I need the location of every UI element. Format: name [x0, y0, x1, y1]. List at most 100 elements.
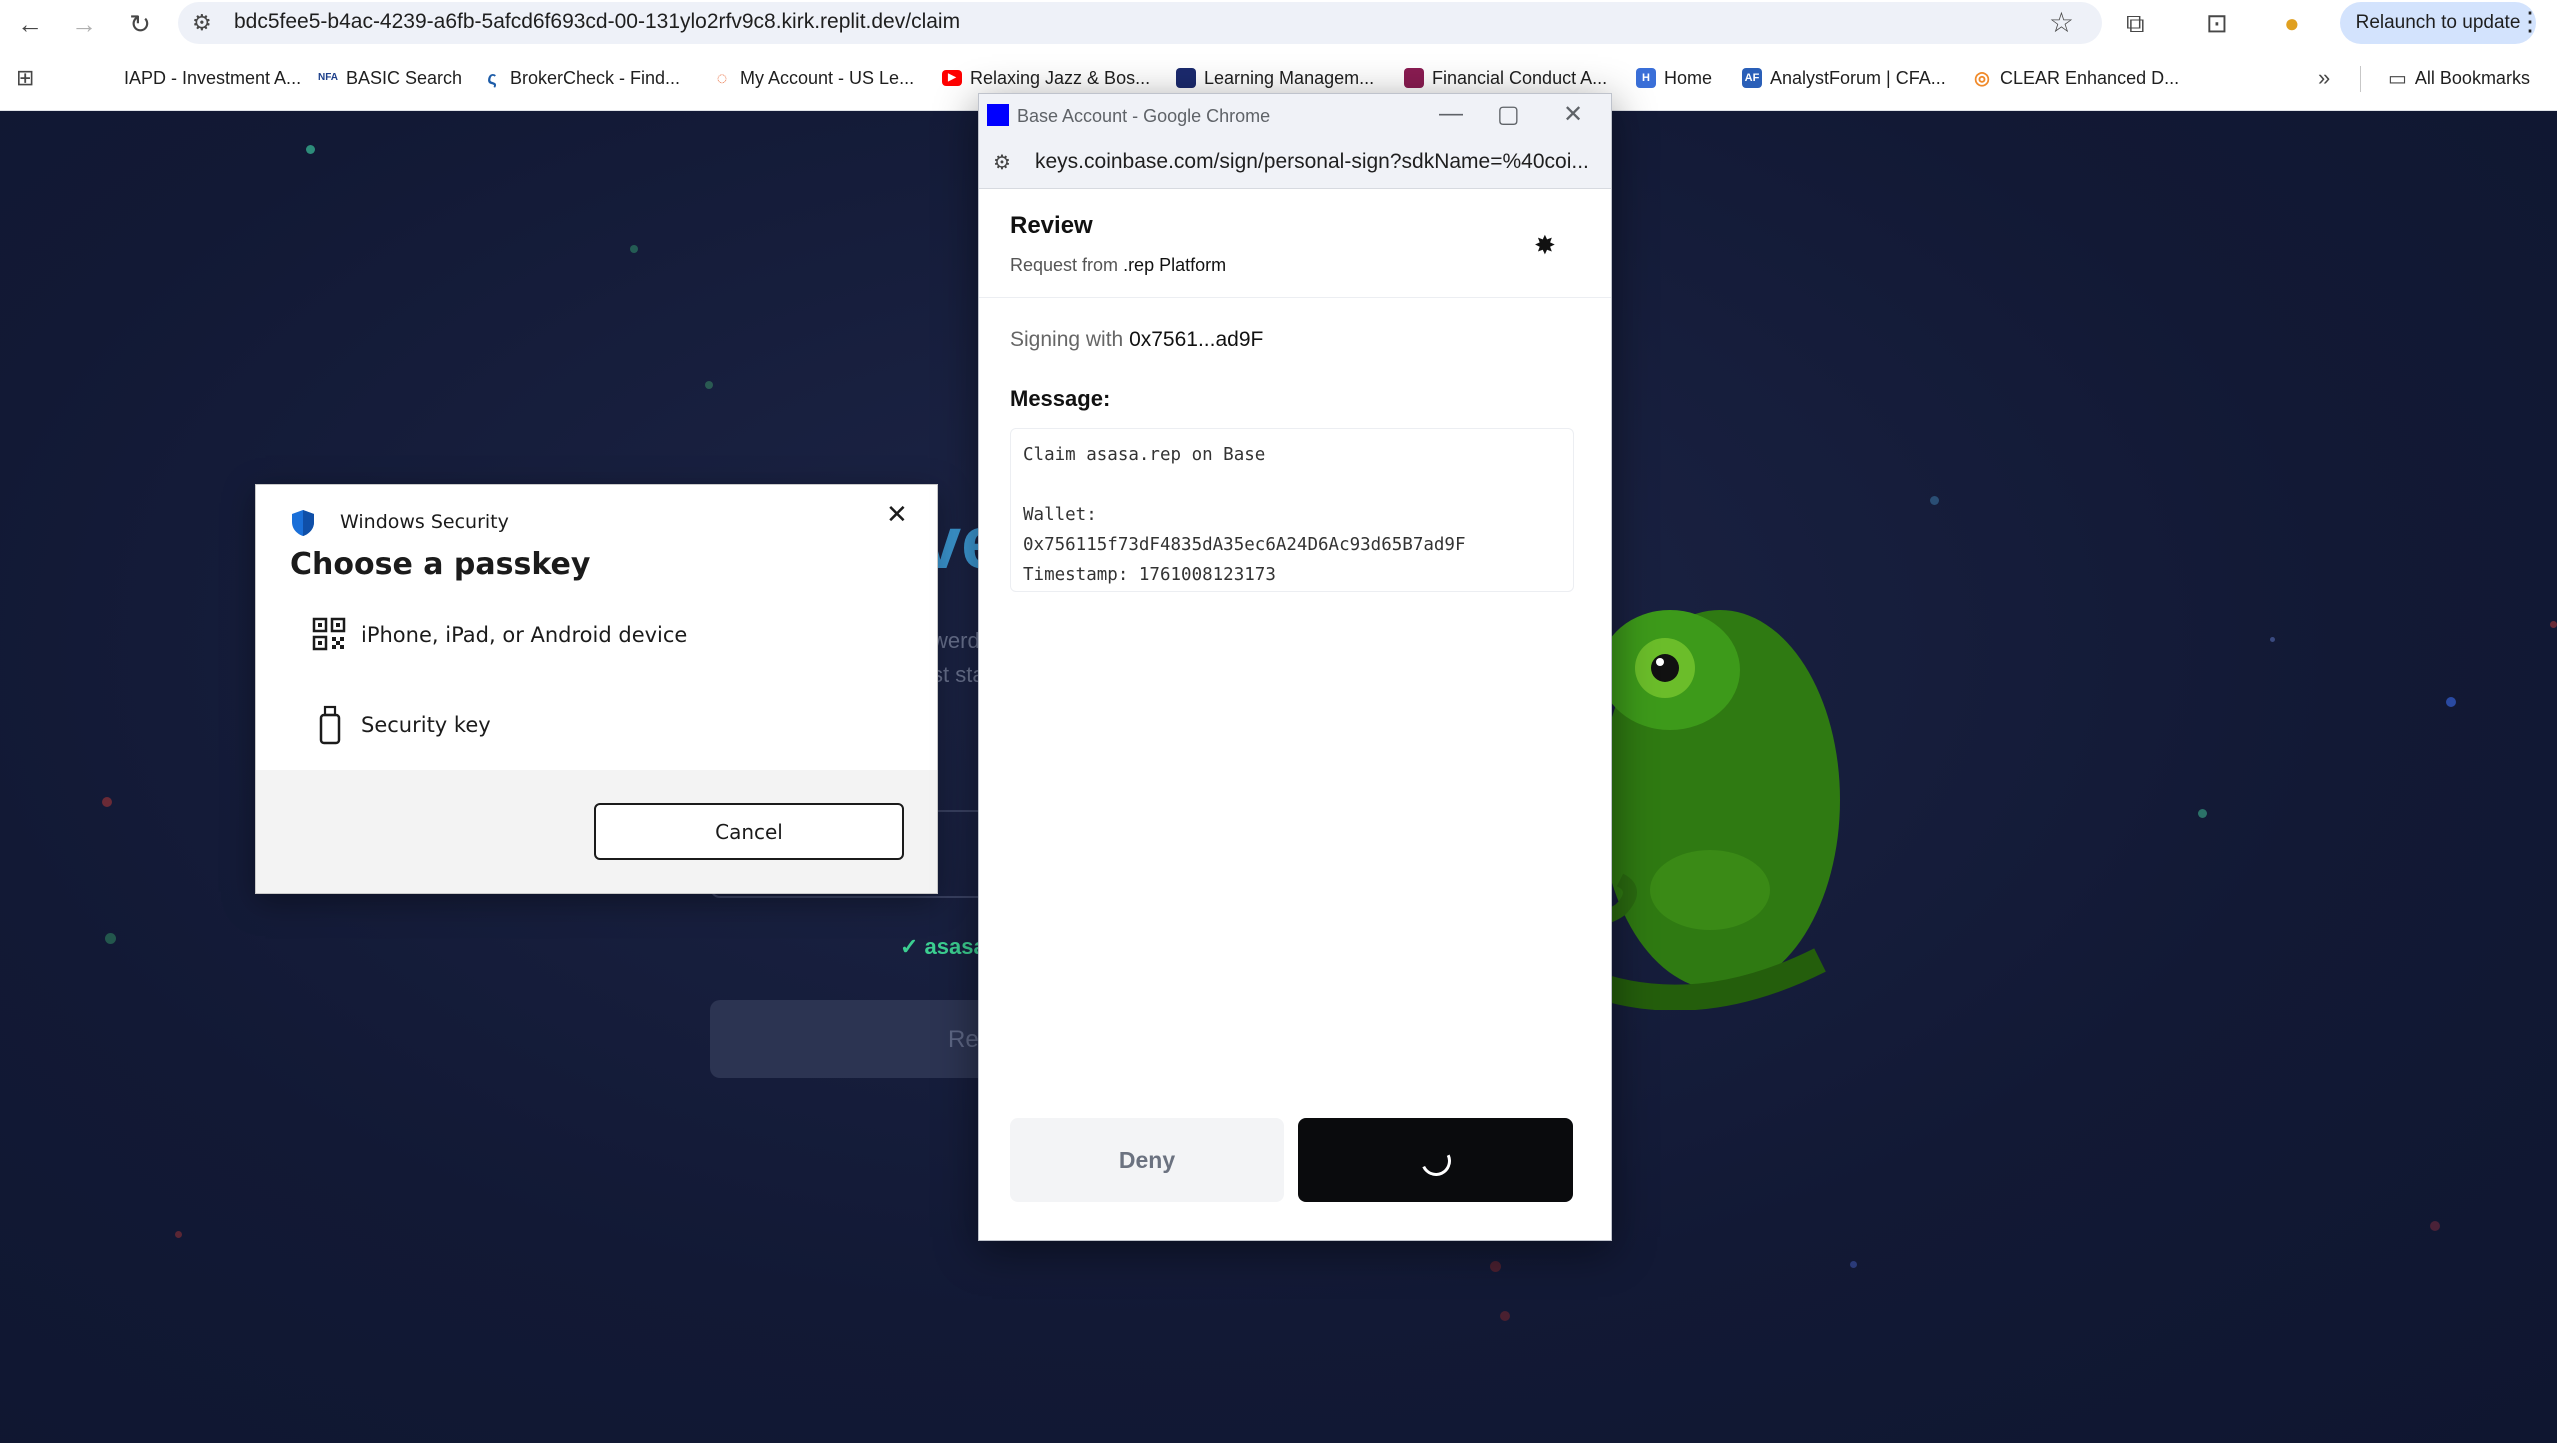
- request-source-name: .rep Platform: [1123, 255, 1227, 275]
- dialog-body: Windows Security ✕ Choose a passkey iPho…: [256, 485, 937, 770]
- loading-spinner-icon: [1416, 1141, 1456, 1181]
- all-bookmarks-item[interactable]: ▭ All Bookmarks: [2388, 64, 2530, 92]
- bg-particle: [1490, 1261, 1501, 1272]
- youtube-icon: ▶: [942, 70, 962, 86]
- confirm-button[interactable]: [1298, 1118, 1573, 1202]
- signing-prefix: Signing with: [1010, 328, 1124, 351]
- bg-particle: [2270, 637, 2275, 642]
- bg-particle: [705, 381, 713, 389]
- bookmark-label: Home: [1664, 67, 1713, 88]
- forward-button[interactable]: →: [68, 8, 100, 40]
- dialog-heading: Choose a passkey: [290, 547, 591, 582]
- address-row: ← → ↻ ⚙ bdc5fee5-b4ac-4239-a6fb-5afcd6f6…: [0, 0, 2557, 46]
- message-line: Timestamp: 1761008123173: [1023, 565, 1276, 585]
- browser-menu-icon[interactable]: ⋮: [2517, 6, 2543, 37]
- bg-register-label: Re: [948, 1026, 979, 1053]
- message-line: 0x756115f73dF4835dA35ec6A24D6Ac93d65B7ad…: [1023, 535, 1466, 555]
- analystforum-logo-icon: AF: [1742, 68, 1762, 88]
- popup-url[interactable]: keys.coinbase.com/sign/personal-sign?sdk…: [1035, 150, 1589, 174]
- bookmark-item[interactable]: NFA BASIC Search: [318, 64, 462, 92]
- bookmarks-bar: ⊞ IAPD - Investment A... NFA BASIC Search…: [0, 58, 2557, 98]
- site-settings-icon[interactable]: ⚙: [993, 150, 1011, 175]
- passkey-option-label: Security key: [361, 713, 491, 737]
- bookmark-item[interactable]: IAPD - Investment A...: [96, 64, 301, 92]
- bookmark-star-icon[interactable]: ☆: [2049, 6, 2074, 39]
- message-line: Wallet:: [1023, 505, 1097, 525]
- bg-particle: [1850, 1261, 1857, 1268]
- bookmark-label: Relaxing Jazz & Bos...: [970, 67, 1151, 88]
- relaunch-button[interactable]: Relaunch to update: [2340, 2, 2536, 44]
- deny-button[interactable]: Deny: [1010, 1118, 1284, 1202]
- bookmark-favicon-icon: [96, 68, 116, 88]
- request-prefix: Request from: [1010, 255, 1119, 275]
- popup-window-title: Base Account - Google Chrome: [1017, 106, 1271, 126]
- signing-address: 0x7561...ad9F: [1129, 328, 1264, 351]
- bookmark-label: Financial Conduct A...: [1432, 67, 1608, 88]
- bg-particle: [1500, 1311, 1510, 1321]
- site-settings-icon[interactable]: ⚙: [192, 10, 212, 36]
- passkey-option-phone[interactable]: iPhone, iPad, or Android device: [256, 595, 937, 675]
- usb-key-icon: [319, 705, 341, 745]
- message-box: Claim asasa.rep on Base Wallet: 0x756115…: [1010, 428, 1574, 592]
- minimize-icon[interactable]: —: [1439, 100, 1463, 128]
- bookmark-item[interactable]: ◎ CLEAR Enhanced D...: [1972, 64, 2179, 92]
- passkey-option-security-key[interactable]: Security key: [256, 685, 937, 765]
- request-source: Request from .rep Platform: [1010, 255, 1226, 276]
- windows-security-dialog: Windows Security ✕ Choose a passkey iPho…: [255, 484, 938, 894]
- bookmark-label: CLEAR Enhanced D...: [2000, 67, 2180, 88]
- bookmark-item[interactable]: Learning Managem...: [1176, 64, 1374, 92]
- bg-particle: [2550, 621, 2557, 628]
- maximize-icon[interactable]: ▢: [1497, 100, 1520, 129]
- message-line: Claim asasa.rep on Base: [1023, 445, 1266, 465]
- home-logo-icon: H: [1636, 68, 1656, 88]
- bookmark-label: BrokerCheck - Find...: [510, 67, 681, 88]
- base-logo-icon: [987, 104, 1009, 126]
- bg-particle: [175, 1231, 182, 1238]
- profile-avatar-icon[interactable]: ●: [2284, 8, 2300, 39]
- bg-particle: [105, 933, 116, 944]
- qr-code-icon: [312, 617, 346, 651]
- bookmark-item[interactable]: AF AnalystForum | CFA...: [1742, 64, 1946, 92]
- address-bar[interactable]: ⚙ bdc5fee5-b4ac-4239-a6fb-5afcd6f693cd-0…: [178, 2, 2102, 44]
- more-bookmarks-icon[interactable]: »: [2318, 64, 2330, 92]
- bg-particle: [2446, 697, 2456, 707]
- shield-icon: [292, 510, 314, 536]
- review-header: [979, 189, 1611, 298]
- review-title: Review: [1010, 212, 1093, 239]
- bookmark-label: My Account - US Le...: [740, 67, 915, 88]
- bookmark-item[interactable]: ◌ My Account - US Le...: [712, 64, 914, 92]
- lms-logo-icon: [1176, 68, 1196, 88]
- all-bookmarks-label: All Bookmarks: [2414, 67, 2530, 88]
- tab-search-icon[interactable]: ⊡: [2206, 8, 2228, 39]
- bg-particle: [2198, 809, 2207, 818]
- dialog-title: Windows Security: [340, 511, 509, 533]
- bg-particle: [1930, 496, 1939, 505]
- close-icon[interactable]: ✕: [1563, 100, 1583, 129]
- bookmark-label: IAPD - Investment A...: [124, 67, 302, 88]
- us-legal-logo-icon: ◌: [716, 68, 728, 88]
- apps-grid-icon[interactable]: ⊞: [16, 64, 34, 92]
- nfa-logo-icon: NFA: [318, 72, 338, 83]
- popup-address-bar[interactable]: ⚙ keys.coinbase.com/sign/personal-sign?s…: [979, 138, 1611, 189]
- passkey-option-label: iPhone, iPad, or Android device: [361, 623, 688, 647]
- close-icon[interactable]: ✕: [886, 499, 908, 530]
- signing-with: Signing with 0x7561...ad9F: [1010, 328, 1263, 352]
- back-button[interactable]: ←: [14, 8, 46, 40]
- bg-description-line: st sta: [932, 662, 985, 687]
- extensions-icon[interactable]: ⧉: [2126, 8, 2145, 40]
- cancel-button[interactable]: Cancel: [594, 803, 904, 860]
- gear-icon[interactable]: ✸: [1534, 230, 1556, 261]
- bookmark-item[interactable]: ▶ Relaxing Jazz & Bos...: [942, 64, 1150, 92]
- bookmark-item[interactable]: Financial Conduct A...: [1404, 64, 1607, 92]
- popup-titlebar: Base Account - Google Chrome — ▢ ✕: [979, 94, 1611, 138]
- bg-particle: [306, 145, 315, 154]
- message-label: Message:: [1010, 386, 1111, 411]
- reload-button[interactable]: ↻: [124, 8, 156, 40]
- address-url[interactable]: bdc5fee5-b4ac-4239-a6fb-5afcd6f693cd-00-…: [234, 10, 960, 34]
- bg-description-line: werd: [932, 628, 980, 653]
- bookmark-divider: [2360, 66, 2361, 92]
- bookmark-item[interactable]: H Home: [1636, 64, 1712, 92]
- bookmark-item[interactable]: ς BrokerCheck - Find...: [482, 64, 680, 92]
- bookmark-label: BASIC Search: [346, 67, 463, 88]
- bg-particle: [2430, 1221, 2440, 1231]
